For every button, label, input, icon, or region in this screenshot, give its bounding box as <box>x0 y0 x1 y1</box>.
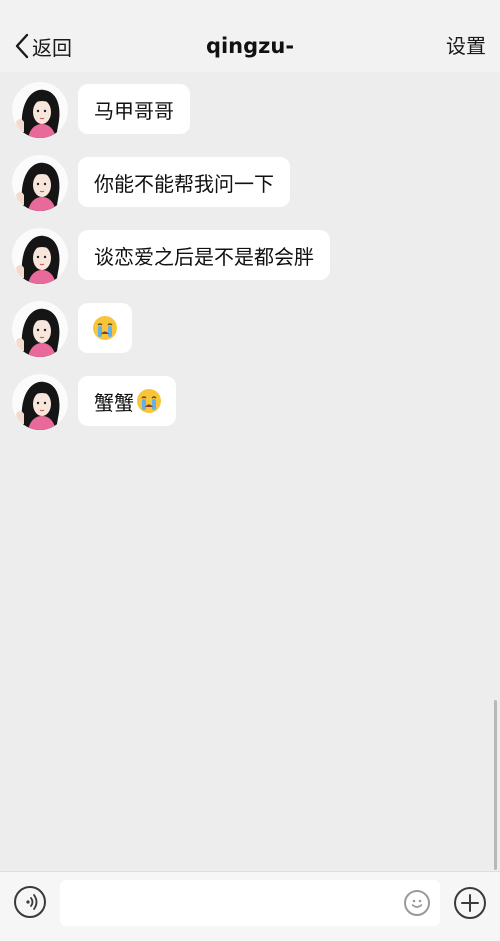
message-input[interactable] <box>60 880 440 926</box>
smiley-icon <box>411 899 423 908</box>
message-row: 马甲哥哥 <box>12 82 190 138</box>
avatar[interactable] <box>12 82 68 138</box>
crying-face-emoji-icon <box>137 389 161 413</box>
plus-icon <box>461 894 479 912</box>
avatar[interactable] <box>12 228 68 284</box>
message-text: 谈恋爱之后是不是都会胖 <box>94 244 314 269</box>
voice-icon <box>26 894 38 910</box>
message-text: 马甲哥哥 <box>94 98 174 123</box>
message-text: 你能不能帮我问一下 <box>94 171 274 196</box>
message-bubble[interactable]: 马甲哥哥 <box>78 84 190 134</box>
avatar[interactable] <box>12 374 68 430</box>
message-row: 蟹蟹 <box>12 374 176 430</box>
message-row: 谈恋爱之后是不是都会胖 <box>12 228 330 284</box>
message-bubble[interactable]: 蟹蟹 <box>78 376 176 426</box>
more-button[interactable] <box>454 887 486 919</box>
nav-bar: 返回 qingzu- 设置 <box>0 0 500 72</box>
message-text: 蟹蟹 <box>94 390 134 415</box>
chat-screen: 返回 qingzu- 设置 马甲哥哥 你能不能帮我问一下 谈恋爱之后是不是都会胖… <box>0 0 500 941</box>
input-bar <box>0 871 500 941</box>
avatar[interactable] <box>12 301 68 357</box>
settings-button[interactable]: 设置 <box>446 30 486 62</box>
message-bubble[interactable]: 你能不能帮我问一下 <box>78 157 290 207</box>
voice-button[interactable] <box>14 886 46 918</box>
chat-title: qingzu- <box>205 34 295 58</box>
message-bubble[interactable] <box>78 303 132 353</box>
avatar[interactable] <box>12 155 68 211</box>
message-row <box>12 301 132 357</box>
emoji-button[interactable] <box>404 890 430 916</box>
scrollbar[interactable] <box>494 700 497 870</box>
message-bubble[interactable]: 谈恋爱之后是不是都会胖 <box>78 230 330 280</box>
crying-face-emoji-icon <box>93 316 117 340</box>
message-row: 你能不能帮我问一下 <box>12 155 290 211</box>
